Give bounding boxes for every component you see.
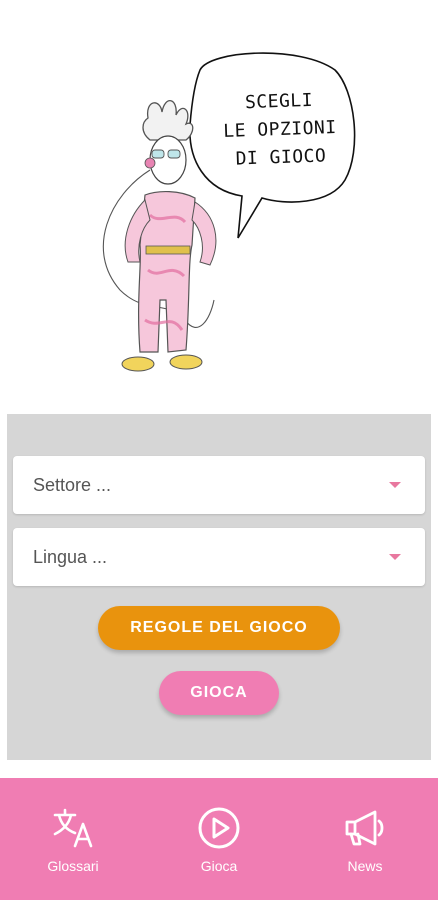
sector-select[interactable]: Settore ... [13, 456, 425, 514]
nav-item-gioca[interactable]: Gioca [159, 804, 279, 874]
language-select-value: Lingua ... [33, 546, 108, 567]
play-circle-icon [198, 807, 240, 849]
bottom-navigation: Glossari Gioca News [0, 778, 438, 900]
rules-button[interactable]: REGOLE DEL GIOCO [98, 606, 340, 650]
language-select[interactable]: Lingua ... [13, 528, 425, 586]
nav-item-news[interactable]: News [305, 804, 425, 874]
speech-line-3: DI GIOCO [235, 145, 327, 170]
hero-illustration: SCEGLI LE OPZIONI DI GIOCO [0, 0, 438, 410]
character-illustration [102, 52, 356, 372]
dropdown-arrow-icon [389, 482, 401, 488]
dropdown-arrow-icon [389, 554, 401, 560]
play-button[interactable]: GIOCA [159, 671, 279, 715]
nav-label-gioca: Gioca [200, 858, 238, 874]
nav-label-news: News [347, 858, 383, 874]
sector-select-value: Settore ... [33, 474, 112, 495]
speech-bubble-text: SCEGLI LE OPZIONI DI GIOCO [204, 85, 357, 174]
nav-label-glossari: Glossari [47, 858, 99, 874]
speech-line-2: LE OPZIONI [222, 117, 338, 142]
megaphone-icon [345, 810, 384, 846]
nav-item-glossari[interactable]: Glossari [13, 804, 133, 874]
translate-icon [53, 808, 93, 848]
options-panel: Settore ... Lingua ... REGOLE DEL GIOCO … [7, 414, 431, 760]
